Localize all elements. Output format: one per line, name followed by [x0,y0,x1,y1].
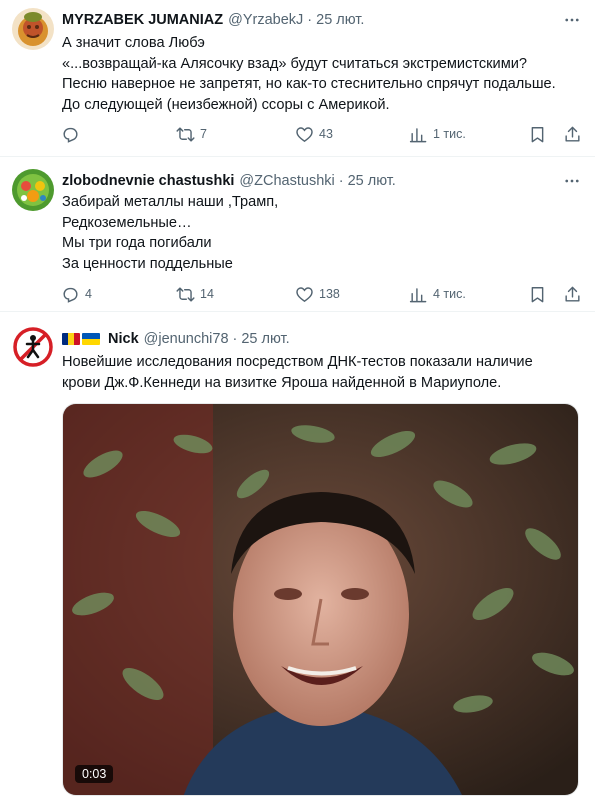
reply-count: 4 [85,287,92,301]
retweet-icon [176,286,195,302]
tweet-text: Забирай металлы наши ,Трамп, Редкоземель… [62,192,581,274]
tweet[interactable]: Nick @jenunchi78 · 25 лют. Новейшие иссл… [0,312,595,798]
retweet-count: 7 [200,127,207,141]
flag-emojis [62,333,102,345]
tweet-line: «...возвращай-ка Алясочку взад» будут сч… [62,55,527,72]
like-button[interactable]: 43 [295,122,333,146]
author-handle[interactable]: @jenunchi78 [144,331,229,347]
like-icon [296,286,313,302]
tweet-text: А значит слова Любэ «...возвращай-ка Аля… [62,33,581,115]
like-count: 43 [319,127,333,141]
views-button[interactable]: 1 тис. [409,122,466,146]
views-count: 1 тис. [433,127,466,141]
views-icon [409,127,427,142]
tweet-header: Nick @jenunchi78 · 25 лют. [62,328,581,350]
avatar[interactable] [12,8,54,50]
tweet-line: Забирай металлы наши ,Трамп, [62,194,279,210]
video-frame [63,404,578,795]
more-icon[interactable] [563,11,581,29]
tweet-line: За ценности поддельные [62,255,233,272]
tweet-line: Мы три года погибали [62,235,212,251]
bookmark-icon [531,126,544,142]
author-name[interactable]: MYRZABEK JUMANIAZ [62,12,223,28]
like-count: 138 [319,287,340,301]
views-icon [409,287,427,302]
bookmark-icon [531,286,544,302]
tweet-date[interactable]: 25 лют. [348,173,396,189]
retweet-button[interactable]: 14 [176,282,214,306]
tweet-text: Новейшие исследования посредством ДНК-те… [62,352,581,393]
video-duration: 0:03 [75,765,114,783]
tweet-line: Редкоземельные… [62,214,192,231]
views-count: 4 тис. [433,287,466,301]
like-button[interactable]: 138 [295,282,340,306]
ukraine-flag-icon [82,333,100,345]
author-handle[interactable]: @ZChastushki [239,173,334,189]
tweet-line: А значит слова Любэ [62,35,205,51]
tweet-line: Песню наверное не запретят, но как-то ст… [62,76,556,92]
separator: · [232,331,238,347]
separator: · [307,12,313,28]
share-icon [565,286,580,302]
reply-button[interactable]: 4 [61,282,92,306]
reply-icon [63,287,78,303]
author-name[interactable]: Nick [108,331,139,347]
video-player[interactable]: 0:03 [62,403,579,796]
tweet-header: MYRZABEK JUMANIAZ @YrzabekJ · 25 лют. [62,9,581,31]
tweet-header: zlobodnevnie chastushki @ZChastushki · 2… [62,170,581,192]
share-button[interactable] [563,122,582,146]
tweet-line: До следующей (неизбежной) ссоры с Америк… [62,96,390,113]
tweet-actions: 7 43 1 тис. [55,122,589,146]
bookmark-button[interactable] [528,122,547,146]
tweet-line: крови Дж.Ф.Кеннеди на визитке Яроша найд… [62,374,502,391]
avatar[interactable] [12,326,54,368]
reply-button[interactable] [61,122,85,146]
tweet-actions: 4 14 138 4 тис. [55,282,589,306]
tweet[interactable]: zlobodnevnie chastushki @ZChastushki · 2… [0,157,595,312]
author-name[interactable]: zlobodnevnie chastushki [62,173,234,189]
more-icon[interactable] [563,172,581,190]
share-button[interactable] [563,282,582,306]
share-icon [565,126,580,142]
retweet-count: 14 [200,287,214,301]
romania-flag-icon [62,333,80,345]
tweet-date[interactable]: 25 лют. [316,12,364,28]
tweet-date[interactable]: 25 лют. [241,331,289,347]
like-icon [296,126,313,142]
author-handle[interactable]: @YrzabekJ [228,12,303,28]
views-button[interactable]: 4 тис. [409,282,466,306]
tweet[interactable]: MYRZABEK JUMANIAZ @YrzabekJ · 25 лют. А … [0,0,595,157]
avatar[interactable] [12,169,54,211]
tweet-line: Новейшие исследования посредством ДНК-те… [62,354,533,370]
retweet-icon [176,126,195,142]
bookmark-button[interactable] [528,282,547,306]
retweet-button[interactable]: 7 [176,122,207,146]
reply-icon [63,127,78,143]
separator: · [338,173,344,189]
